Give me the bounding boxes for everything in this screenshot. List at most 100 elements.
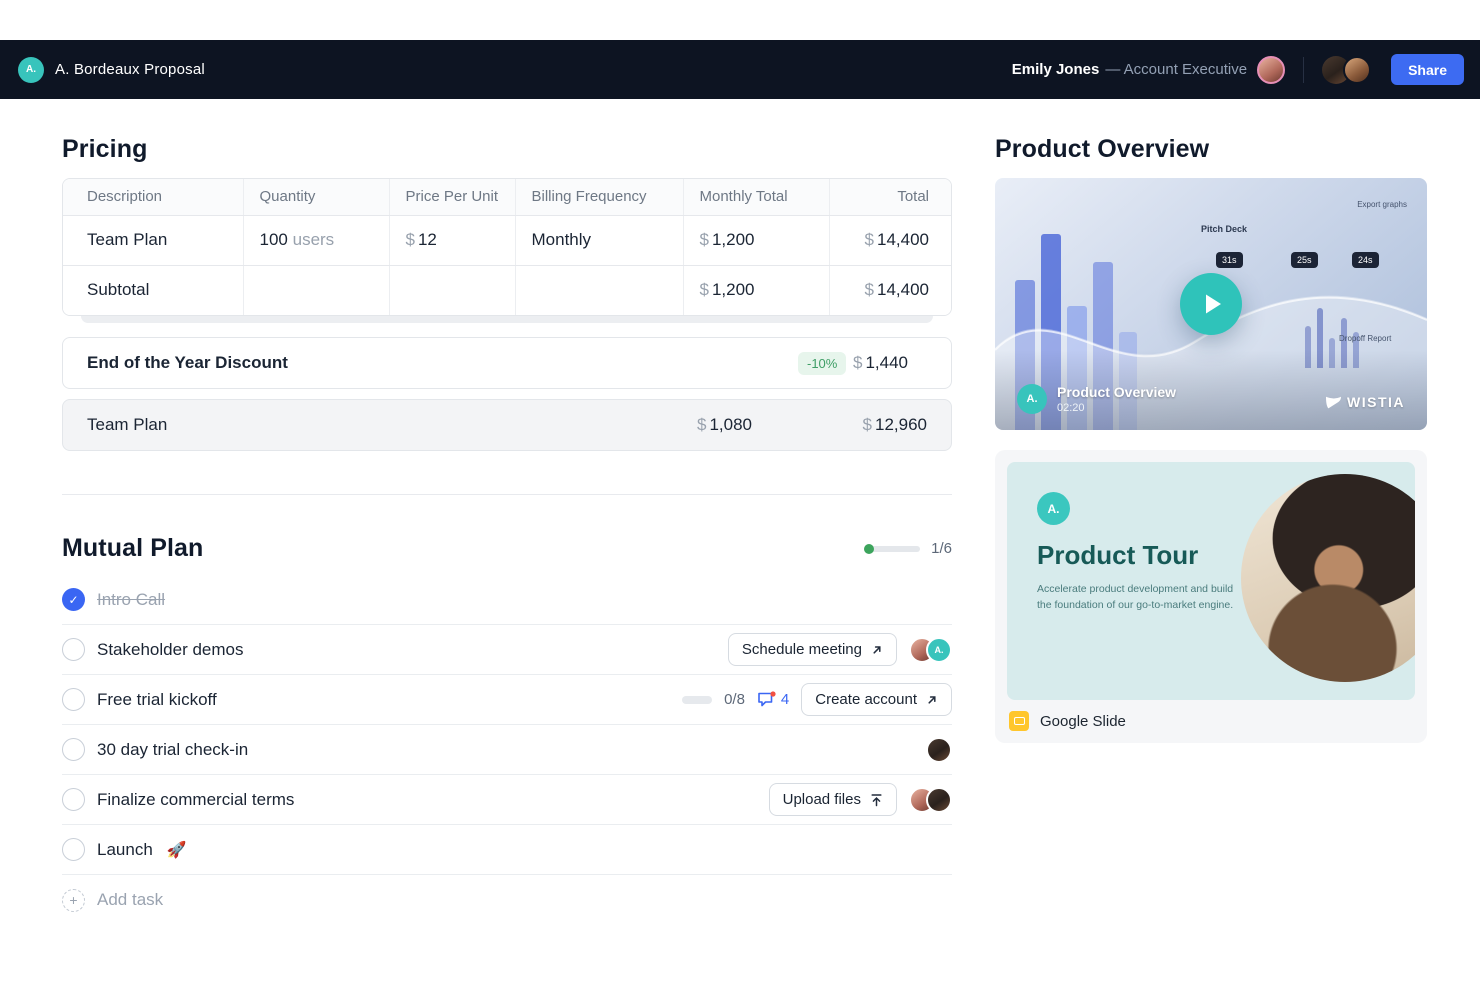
sidebar-content: Product Overview Pitch Deck Export graph… xyxy=(995,135,1427,743)
product-tour-attachment: A. Product Tour Accelerate product devel… xyxy=(995,450,1427,743)
pricing-row-team-plan: Team Plan 100 users $12 Monthly $1,200 $… xyxy=(63,215,952,265)
task-checkbox[interactable] xyxy=(62,738,85,761)
thumbnail-label-pitch-deck: Pitch Deck xyxy=(1201,224,1247,234)
cell-total: $14,400 xyxy=(829,215,952,265)
task-checkbox[interactable] xyxy=(62,688,85,711)
col-quantity: Quantity xyxy=(243,179,389,215)
adjusted-monthly: $1,080 xyxy=(697,415,752,435)
viewer-avatars xyxy=(1322,56,1371,84)
video-title: Product Overview xyxy=(1057,384,1176,400)
create-account-button[interactable]: Create account xyxy=(801,683,952,716)
schedule-meeting-button[interactable]: Schedule meeting xyxy=(728,633,897,666)
task-checkbox-checked[interactable]: ✓ xyxy=(62,588,85,611)
topbar: A. A. Bordeaux Proposal Emily Jones — Ac… xyxy=(0,40,1480,99)
assignee-avatars: A. xyxy=(909,637,952,663)
discount-amount: $1,440 xyxy=(853,353,908,373)
cell-quantity: 100 users xyxy=(243,215,389,265)
upload-icon xyxy=(870,793,883,807)
cell-price: $12 xyxy=(389,215,515,265)
task-checkbox[interactable] xyxy=(62,788,85,811)
user-role: — Account Executive xyxy=(1105,61,1247,78)
tour-subtitle: Accelerate product development and build… xyxy=(1037,581,1237,614)
user-avatar xyxy=(1257,56,1285,84)
discount-row: End of the Year Discount -10% $1,440 xyxy=(62,337,952,389)
add-task-row[interactable]: + Add task xyxy=(62,875,952,925)
cell-billing xyxy=(515,265,683,315)
thumbnail-label-export: Export graphs xyxy=(1357,200,1407,209)
comments-indicator[interactable]: 4 xyxy=(757,691,789,708)
task-label: Finalize commercial terms xyxy=(97,790,294,810)
external-arrow-icon xyxy=(926,694,938,706)
task-row-finalize-terms: Finalize commercial terms Upload files xyxy=(62,775,952,825)
share-button[interactable]: Share xyxy=(1391,54,1464,85)
viewer-avatar xyxy=(1343,56,1371,84)
adjusted-total: $12,960 xyxy=(863,415,927,435)
rocket-emoji: 🚀 xyxy=(167,840,187,860)
subtask-progress-bar xyxy=(682,696,712,704)
cell-description: Team Plan xyxy=(63,215,243,265)
main-content: Pricing Description Quantity Price Per U… xyxy=(62,135,952,925)
comment-icon xyxy=(757,691,776,708)
user-name: Emily Jones xyxy=(1012,61,1100,78)
upload-files-button[interactable]: Upload files xyxy=(769,783,897,816)
task-label: Launch xyxy=(97,840,153,860)
product-tour-card[interactable]: A. Product Tour Accelerate product devel… xyxy=(1007,462,1415,700)
document-title: A. Bordeaux Proposal xyxy=(55,61,205,78)
google-slide-link[interactable]: Google Slide xyxy=(1007,711,1415,731)
pricing-table: Description Quantity Price Per Unit Bill… xyxy=(62,178,952,316)
subtask-progress-count: 0/8 xyxy=(724,691,745,708)
col-total: Total xyxy=(829,179,952,215)
user-line: Emily Jones — Account Executive xyxy=(1012,61,1247,78)
play-icon xyxy=(1203,293,1223,315)
product-overview-title: Product Overview xyxy=(995,135,1427,164)
task-row-free-trial-kickoff: Free trial kickoff 0/8 4 Create account xyxy=(62,675,952,725)
plan-progress-count: 1/6 xyxy=(931,540,952,557)
cell-quantity xyxy=(243,265,389,315)
plan-progress-bar xyxy=(864,546,920,552)
cell-monthly-total: $1,200 xyxy=(683,215,829,265)
task-row-stakeholder-demos: Stakeholder demos Schedule meeting A. xyxy=(62,625,952,675)
thumbnail-chip: 25s xyxy=(1291,252,1318,268)
task-label: 30 day trial check-in xyxy=(97,740,248,760)
discount-badge: -10% xyxy=(798,352,846,375)
thumbnail-label-dropoff: Dropoff Report xyxy=(1339,334,1391,343)
task-checkbox[interactable] xyxy=(62,838,85,861)
assignee-avatars xyxy=(909,787,952,813)
task-row-launch: Launch 🚀 xyxy=(62,825,952,875)
discount-label: End of the Year Discount xyxy=(87,353,288,373)
pricing-title: Pricing xyxy=(62,135,952,164)
tour-brand-avatar: A. xyxy=(1037,492,1070,525)
cell-price xyxy=(389,265,515,315)
video-caption: A. Product Overview 02:20 xyxy=(1017,384,1176,414)
wistia-glyph-icon xyxy=(1326,396,1341,409)
task-row-trial-checkin: 30 day trial check-in xyxy=(62,725,952,775)
wistia-logo: WISTIA xyxy=(1326,394,1405,410)
pricing-header-row: Description Quantity Price Per Unit Bill… xyxy=(63,179,952,215)
task-row-intro-call: ✓ Intro Call xyxy=(62,575,952,625)
product-video-thumbnail[interactable]: Pitch Deck Export graphs 31s 25s 24s Dro… xyxy=(995,178,1427,430)
google-slide-label: Google Slide xyxy=(1040,713,1126,730)
thumbnail-chip: 31s xyxy=(1216,252,1243,268)
assignee-avatar-brand: A. xyxy=(926,637,952,663)
adjusted-total-row: Team Plan $1,080 $12,960 xyxy=(62,399,952,451)
task-label: Free trial kickoff xyxy=(97,690,217,710)
stacked-rows-edge xyxy=(81,316,933,323)
play-button[interactable] xyxy=(1180,273,1242,335)
task-label: Stakeholder demos xyxy=(97,640,243,660)
task-extras xyxy=(926,737,952,763)
thumbnail-chip: 24s xyxy=(1352,252,1379,268)
mutual-plan-title: Mutual Plan xyxy=(62,534,203,563)
col-price-per-unit: Price Per Unit xyxy=(389,179,515,215)
external-arrow-icon xyxy=(871,644,883,656)
task-list: ✓ Intro Call Stakeholder demos Schedule … xyxy=(62,575,952,925)
plan-progress-dot xyxy=(864,544,874,554)
add-task-icon[interactable]: + xyxy=(62,889,85,912)
add-task-label[interactable]: Add task xyxy=(97,890,163,910)
section-divider xyxy=(62,494,952,495)
task-extras: Upload files xyxy=(769,783,952,816)
cell-total: $14,400 xyxy=(829,265,952,315)
task-extras: 0/8 4 Create account xyxy=(682,683,952,716)
col-monthly-total: Monthly Total xyxy=(683,179,829,215)
tour-photo xyxy=(1241,474,1415,682)
task-checkbox[interactable] xyxy=(62,638,85,661)
